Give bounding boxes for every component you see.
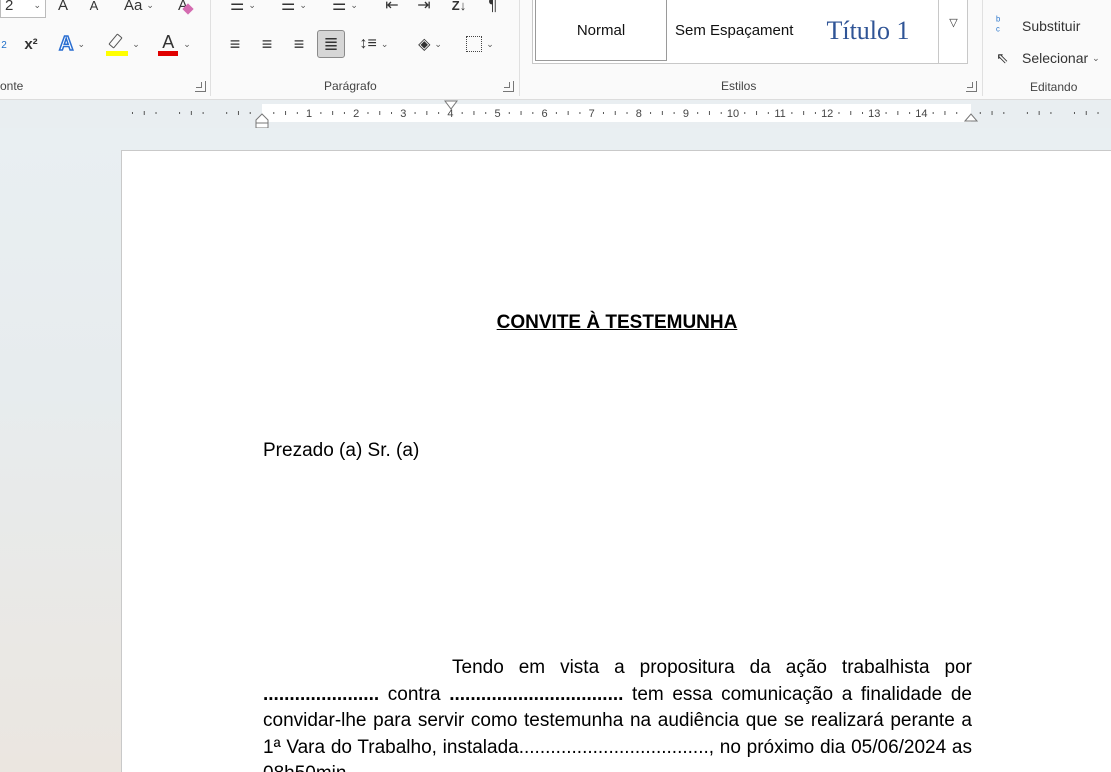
- chevron-down-icon: ⌄: [434, 38, 442, 49]
- cursor-arrow-icon: ⇖: [996, 50, 1009, 67]
- chevron-down-icon: ⌄: [248, 0, 256, 10]
- right-indent-marker[interactable]: [964, 113, 978, 123]
- replace-button[interactable]: ᵇᶜ Substituir: [996, 13, 1106, 39]
- ruler-label: 12: [821, 108, 833, 120]
- change-case-button[interactable]: Aa ⌄: [118, 0, 160, 18]
- chevron-down-icon: ⌄: [33, 0, 41, 10]
- paragraph-dialog-launcher[interactable]: [503, 81, 514, 92]
- borders-icon: [466, 36, 483, 52]
- chevron-down-icon: ⌄: [486, 38, 494, 49]
- sort-az-icon: Z↓: [451, 0, 467, 13]
- increase-indent-button[interactable]: ⇥: [412, 0, 436, 18]
- subscript-button[interactable]: 2: [0, 32, 10, 58]
- style-heading-1[interactable]: Título 1: [803, 0, 933, 61]
- numbering-button[interactable]: ☰ ⌄: [272, 0, 316, 18]
- text-effects-button[interactable]: A ⌄: [52, 31, 92, 57]
- align-left-icon: ≡: [229, 33, 241, 54]
- shading-button[interactable]: ◈ ⌄: [408, 31, 452, 57]
- font-color-icon: A: [157, 32, 179, 56]
- styles-group-label: Estilos: [721, 79, 757, 93]
- ruler-label: 2: [353, 108, 359, 120]
- font-color-button[interactable]: A ⌄: [153, 31, 195, 57]
- chevron-down-icon: ⌄: [299, 0, 307, 10]
- chevron-down-icon: ⌄: [146, 0, 154, 10]
- ruler-label: 14: [915, 108, 927, 120]
- chevron-down-icon: ⌄: [350, 0, 358, 10]
- borders-button[interactable]: ⌄: [458, 31, 502, 57]
- group-separator: [519, 0, 520, 96]
- grow-font-button[interactable]: A: [52, 0, 74, 18]
- document-title: CONVITE À TESTEMUNHA: [496, 312, 738, 333]
- editing-group-label: Editando: [1030, 80, 1078, 94]
- paragraph-1: Tendo em vista a propositura da ação tra…: [263, 657, 972, 772]
- show-marks-button[interactable]: ¶: [482, 0, 504, 18]
- ruler-label: 1: [306, 108, 312, 120]
- align-left-button[interactable]: ≡: [222, 31, 248, 57]
- justify-button[interactable]: ≣: [317, 30, 345, 58]
- line-spacing-button[interactable]: ↕≡ ⌄: [352, 31, 396, 57]
- superscript-button[interactable]: x²: [20, 31, 42, 57]
- bullets-button[interactable]: ☰ ⌄: [222, 0, 264, 18]
- ruler-label: 6: [542, 108, 548, 120]
- styles-more-button[interactable]: ▽: [938, 0, 968, 63]
- font-dialog-launcher[interactable]: [195, 81, 206, 92]
- font-color-swatch: [158, 51, 179, 56]
- ruler-label: 3: [400, 108, 406, 120]
- sort-button[interactable]: Z↓: [446, 0, 472, 18]
- first-line-indent-marker[interactable]: [444, 100, 458, 110]
- ruler-label: 9: [683, 108, 689, 120]
- ruler-label: 10: [727, 108, 739, 120]
- align-right-icon: ≡: [293, 33, 305, 54]
- line-spacing-icon: ↕≡: [359, 35, 377, 52]
- chevron-down-icon: ⌄: [380, 38, 389, 49]
- numbered-list-icon: ☰: [281, 0, 296, 14]
- align-center-icon: ≡: [261, 33, 273, 54]
- expand-gallery-icon: ▽: [949, 17, 958, 29]
- decrease-indent-button[interactable]: ⇤: [380, 0, 404, 18]
- multilevel-list-button[interactable]: ☰ ⌄: [324, 0, 366, 18]
- left-indent-marker[interactable]: [255, 113, 269, 129]
- chevron-down-icon: ⌄: [132, 38, 140, 49]
- styles-gallery: Normal Sem Espaçament Título 1 ▽: [532, 0, 968, 64]
- chevron-down-icon: ⌄: [1092, 52, 1100, 63]
- align-center-button[interactable]: ≡: [254, 31, 280, 57]
- group-separator: [210, 0, 211, 96]
- style-no-spacing[interactable]: Sem Espaçament: [671, 0, 797, 61]
- ruler-label: 11: [774, 108, 785, 120]
- font-group-label: onte: [0, 79, 24, 93]
- align-right-button[interactable]: ≡: [286, 31, 312, 57]
- styles-dialog-launcher[interactable]: [966, 81, 977, 92]
- document-salutation: Prezado (a) Sr. (a): [263, 440, 420, 461]
- ribbon: 2⌄ A A Aa⌄ A 2 x² A⌄ ⌄ A ⌄ onte ☰⌄ ☰⌄: [0, 0, 1111, 100]
- clear-formatting-button[interactable]: A: [173, 0, 197, 18]
- style-normal[interactable]: Normal: [535, 0, 667, 61]
- ruler-label: 5: [494, 108, 500, 120]
- shrink-font-button[interactable]: A: [84, 0, 104, 18]
- highlighter-icon: [106, 33, 129, 56]
- decrease-indent-icon: ⇤: [385, 0, 399, 14]
- paint-bucket-icon: ◈: [418, 36, 431, 53]
- chevron-down-icon: ⌄: [183, 38, 191, 49]
- justify-icon: ≣: [323, 33, 339, 54]
- font-size-dropdown[interactable]: 2 ⌄: [0, 0, 46, 18]
- ruler-label: 13: [868, 108, 880, 120]
- increase-indent-icon: ⇥: [417, 0, 431, 14]
- replace-icon: ᵇᶜ: [996, 15, 1001, 37]
- select-button[interactable]: ⇖ Selecionar ⌄: [996, 45, 1111, 71]
- ruler-label: 8: [636, 108, 642, 120]
- chevron-down-icon: ⌄: [77, 38, 85, 49]
- bullet-list-icon: ☰: [230, 0, 245, 14]
- group-separator: [982, 0, 983, 96]
- ruler-label: 7: [589, 108, 595, 120]
- pilcrow-icon: ¶: [488, 0, 498, 14]
- document-body: Tendo em vista a propositura da ação tra…: [263, 655, 972, 772]
- multilevel-list-icon: ☰: [332, 0, 347, 14]
- highlight-color-button[interactable]: ⌄: [102, 31, 144, 57]
- paragraph-group-label: Parágrafo: [324, 79, 377, 93]
- highlight-color-swatch: [106, 51, 129, 56]
